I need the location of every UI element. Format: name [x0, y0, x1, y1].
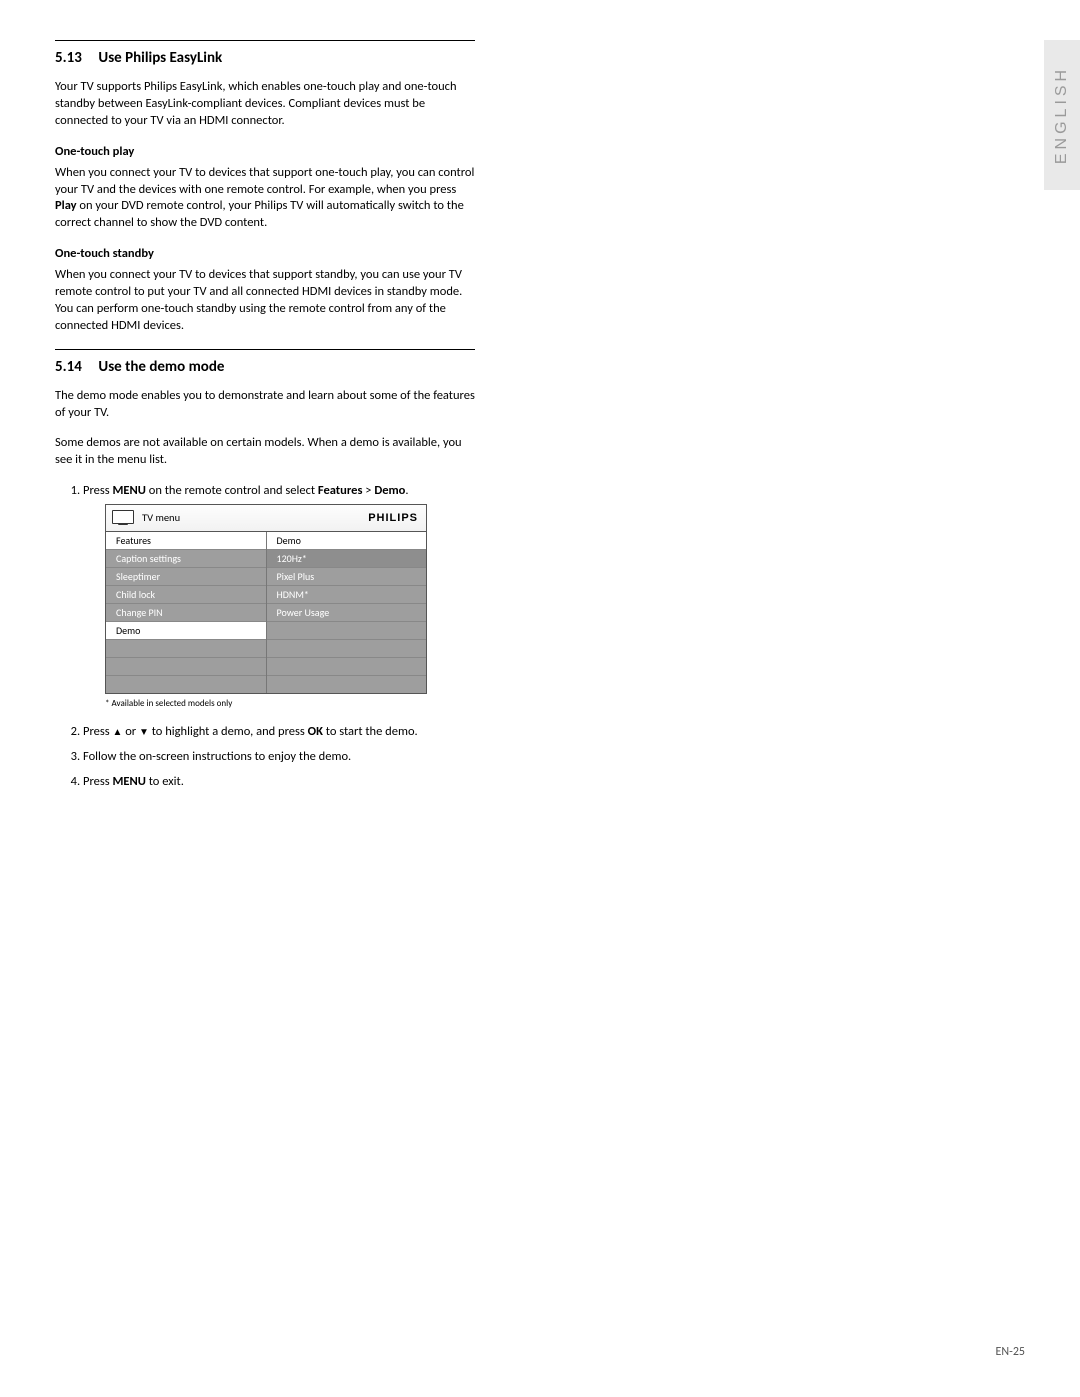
- down-arrow-icon: ▼: [139, 725, 149, 739]
- menu-right-item: 120Hz*: [267, 550, 427, 568]
- tv-menu-right-col: Demo 120Hz* Pixel Plus HDNM* Power Usage: [267, 532, 427, 693]
- menu-left-item: Change PIN: [106, 604, 266, 622]
- section-heading: 5.14 Use the demo mode: [55, 358, 475, 376]
- text: to start the demo.: [323, 724, 418, 739]
- section-title: Use the demo mode: [98, 358, 224, 376]
- menu-right-header: Demo: [267, 532, 427, 550]
- text: on the remote control and select: [146, 483, 318, 498]
- intro-paragraph: Your TV supports Philips EasyLink, which…: [55, 79, 475, 130]
- menu-right-empty: [267, 640, 427, 658]
- section-heading: 5.13 Use Philips EasyLink: [55, 49, 475, 67]
- menu-left-empty: [106, 640, 266, 658]
- section-number: 5.14: [55, 358, 95, 376]
- subsection-heading: One-touch standby: [55, 246, 475, 261]
- menu-right-item: Power Usage: [267, 604, 427, 622]
- section-rule: [55, 40, 475, 41]
- tv-menu-figure: TV menu PHILIPS Features Caption setting…: [105, 504, 427, 694]
- body-paragraph: The demo mode enables you to demonstrate…: [55, 388, 475, 422]
- text-bold: Features: [318, 483, 363, 498]
- menu-right-item: HDNM*: [267, 586, 427, 604]
- text: .: [405, 483, 408, 498]
- page-number: EN-25: [996, 1345, 1025, 1359]
- text: Press: [83, 724, 112, 739]
- text-bold: Demo: [374, 483, 405, 498]
- text-bold: OK: [308, 724, 323, 739]
- menu-right-item: Pixel Plus: [267, 568, 427, 586]
- text: Press: [83, 774, 112, 789]
- steps-list: Press MENU on the remote control and sel…: [55, 483, 475, 791]
- tv-icon: [112, 510, 134, 526]
- step-item: Press MENU to exit.: [83, 774, 475, 791]
- tv-menu-titlebar: TV menu PHILIPS: [106, 505, 426, 532]
- subsection-heading: One-touch play: [55, 144, 475, 159]
- up-arrow-icon: ▲: [112, 725, 122, 739]
- tv-menu-title: TV menu: [142, 511, 180, 525]
- philips-logo: PHILIPS: [368, 511, 418, 526]
- menu-footnote: * Available in selected models only: [105, 698, 475, 710]
- body-paragraph: When you connect your TV to devices that…: [55, 267, 475, 335]
- step-item: Press MENU on the remote control and sel…: [83, 483, 475, 710]
- language-tab-label: ENGLISH: [1053, 66, 1071, 164]
- menu-right-empty: [267, 622, 427, 640]
- text: When you connect your TV to devices that…: [55, 165, 474, 197]
- text: Press: [83, 483, 112, 498]
- text: >: [362, 483, 374, 498]
- tv-menu-left-col: Features Caption settings Sleeptimer Chi…: [106, 532, 267, 693]
- menu-left-item: Sleeptimer: [106, 568, 266, 586]
- text: on your DVD remote control, your Philips…: [55, 198, 464, 230]
- menu-right-empty: [267, 676, 427, 693]
- text: to highlight a demo, and press: [149, 724, 308, 739]
- body-paragraph: Some demos are not available on certain …: [55, 435, 475, 469]
- section-title: Use Philips EasyLink: [98, 49, 222, 67]
- text: to exit.: [146, 774, 184, 789]
- tv-menu-body: Features Caption settings Sleeptimer Chi…: [106, 532, 426, 693]
- section-rule: [55, 349, 475, 350]
- menu-left-empty: [106, 658, 266, 676]
- text-bold: MENU: [112, 774, 145, 789]
- step-item: Press ▲ or ▼ to highlight a demo, and pr…: [83, 724, 475, 741]
- menu-left-item-selected: Demo: [106, 622, 266, 640]
- menu-left-empty: [106, 676, 266, 693]
- text: or: [122, 724, 139, 739]
- text-bold: Play: [55, 198, 77, 213]
- menu-left-item: Caption settings: [106, 550, 266, 568]
- body-paragraph: When you connect your TV to devices that…: [55, 165, 475, 233]
- menu-left-header: Features: [106, 532, 266, 550]
- section-number: 5.13: [55, 49, 95, 67]
- language-tab: ENGLISH: [1044, 40, 1080, 190]
- menu-left-item: Child lock: [106, 586, 266, 604]
- step-item: Follow the on-screen instructions to enj…: [83, 749, 475, 766]
- text-bold: MENU: [112, 483, 145, 498]
- tv-menu-box: TV menu PHILIPS Features Caption setting…: [105, 504, 427, 694]
- content-column: 5.13 Use Philips EasyLink Your TV suppor…: [55, 40, 475, 803]
- menu-right-empty: [267, 658, 427, 676]
